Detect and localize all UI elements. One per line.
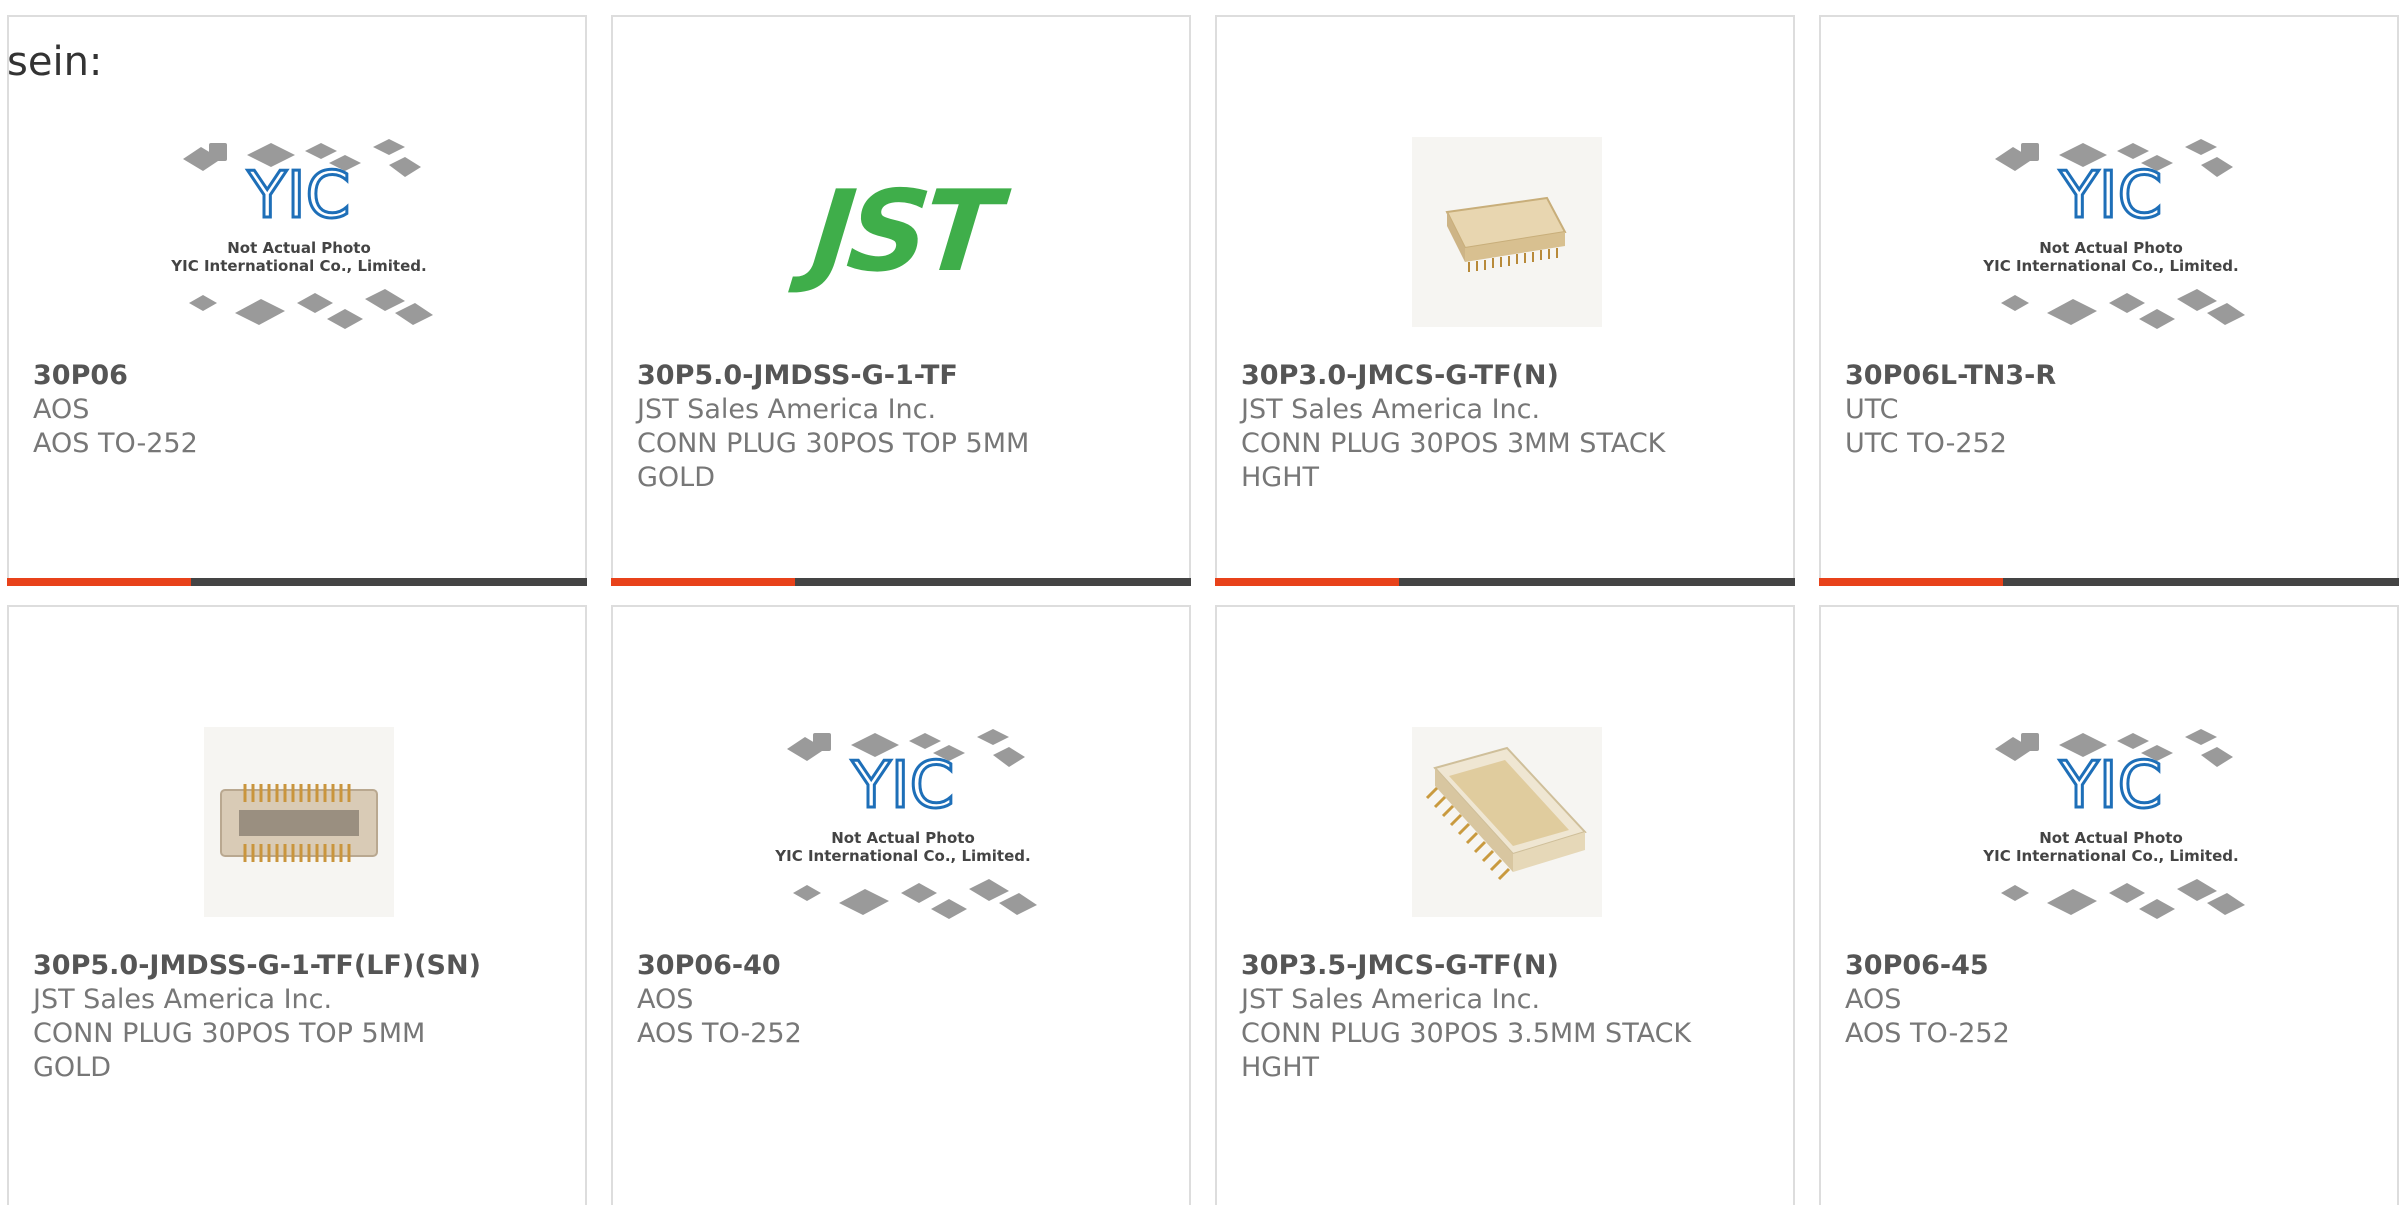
caption-line2: YIC International Co., Limited. <box>1982 847 2238 865</box>
product-card[interactable]: YIC Not Actual Photo YIC International C… <box>611 605 1191 1205</box>
part-number[interactable]: 30P06-45 <box>1845 949 2365 983</box>
yic-placeholder-icon: YIC Not Actual Photo YIC International C… <box>1982 729 2245 919</box>
description: CONN PLUG 30POS 3MM STACK HGHT <box>1241 428 1666 493</box>
card-accent-bar <box>7 578 191 586</box>
connector-photo-icon <box>1412 137 1602 327</box>
product-card[interactable]: 30P3.0-JMCS-G-TF(N) JST Sales America In… <box>1215 15 1795 586</box>
part-number[interactable]: 30P5.0-JMDSS-G-1-TF(LF)(SN) <box>33 949 553 983</box>
product-image[interactable]: YIC Not Actual Photo YIC International C… <box>1916 97 2306 367</box>
caption-line1: Not Actual Photo <box>831 829 975 847</box>
product-image[interactable]: JST <box>708 97 1098 367</box>
part-number[interactable]: 30P3.5-JMCS-G-TF(N) <box>1241 949 1761 983</box>
product-image[interactable] <box>1312 97 1702 367</box>
card-bottom-bar <box>1819 578 2399 586</box>
part-number[interactable]: 30P06 <box>33 359 553 393</box>
yic-placeholder-icon: YIC Not Actual Photo YIC International C… <box>170 139 433 329</box>
part-number[interactable]: 30P3.0-JMCS-G-TF(N) <box>1241 359 1761 393</box>
product-image[interactable]: YIC Not Actual Photo YIC International C… <box>1916 687 2306 957</box>
caption-line2: YIC International Co., Limited. <box>774 847 1030 865</box>
caption-line2: YIC International Co., Limited. <box>1982 257 2238 275</box>
manufacturer: AOS <box>33 394 90 425</box>
yic-logo-text: YIC <box>2059 749 2163 823</box>
manufacturer: JST Sales America Inc. <box>637 394 937 425</box>
part-number[interactable]: 30P5.0-JMDSS-G-1-TF <box>637 359 1157 393</box>
product-card[interactable]: JST 30P5.0-JMDSS-G-1-TF JST Sales Americ… <box>611 15 1191 586</box>
manufacturer: JST Sales America Inc. <box>33 984 333 1015</box>
part-number[interactable]: 30P06-40 <box>637 949 1157 983</box>
product-image[interactable]: YIC Not Actual Photo YIC International C… <box>104 97 494 367</box>
product-image[interactable] <box>104 687 494 957</box>
jst-logo-icon: JST <box>805 167 1001 297</box>
prefix-text: sein: <box>7 39 103 85</box>
card-bottom-bar <box>611 578 1191 586</box>
description: CONN PLUG 30POS 3.5MM STACK HGHT <box>1241 1018 1692 1083</box>
manufacturer: JST Sales America Inc. <box>1241 984 1541 1015</box>
description: UTC TO-252 <box>1845 428 2007 459</box>
part-number[interactable]: 30P06L-TN3-R <box>1845 359 2365 393</box>
card-accent-bar <box>1215 578 1399 586</box>
yic-placeholder-icon: YIC Not Actual Photo YIC International C… <box>774 729 1037 919</box>
caption-line1: Not Actual Photo <box>2039 829 2183 847</box>
caption-line1: Not Actual Photo <box>2039 239 2183 257</box>
connector-photo-icon <box>1412 727 1602 917</box>
manufacturer: AOS <box>637 984 694 1015</box>
caption-line2: YIC International Co., Limited. <box>170 257 426 275</box>
product-image[interactable] <box>1312 687 1702 957</box>
yic-logo-text: YIC <box>247 159 351 233</box>
description: AOS TO-252 <box>1845 1018 2010 1049</box>
card-bottom-bar <box>7 578 587 586</box>
manufacturer: JST Sales America Inc. <box>1241 394 1541 425</box>
yic-placeholder-icon: YIC Not Actual Photo YIC International C… <box>1982 139 2245 329</box>
card-accent-bar <box>1819 578 2003 586</box>
manufacturer: UTC <box>1845 394 1899 425</box>
connector-photo-icon <box>204 727 394 917</box>
description: AOS TO-252 <box>637 1018 802 1049</box>
product-grid: YIC Not Actual Photo YIC International C… <box>0 0 2400 1205</box>
yic-logo-text: YIC <box>851 749 955 823</box>
product-card[interactable]: YIC Not Actual Photo YIC International C… <box>1819 15 2399 586</box>
description: CONN PLUG 30POS TOP 5MM GOLD <box>33 1018 426 1083</box>
product-card[interactable]: YIC Not Actual Photo YIC International C… <box>1819 605 2399 1205</box>
card-accent-bar <box>611 578 795 586</box>
product-card[interactable]: 30P5.0-JMDSS-G-1-TF(LF)(SN) JST Sales Am… <box>7 605 587 1205</box>
product-card[interactable]: 30P3.5-JMCS-G-TF(N) JST Sales America In… <box>1215 605 1795 1205</box>
manufacturer: AOS <box>1845 984 1902 1015</box>
card-bottom-bar <box>1215 578 1795 586</box>
product-card[interactable]: YIC Not Actual Photo YIC International C… <box>7 15 587 586</box>
caption-line1: Not Actual Photo <box>227 239 371 257</box>
description: AOS TO-252 <box>33 428 198 459</box>
yic-logo-text: YIC <box>2059 159 2163 233</box>
description: CONN PLUG 30POS TOP 5MM GOLD <box>637 428 1030 493</box>
product-image[interactable]: YIC Not Actual Photo YIC International C… <box>708 687 1098 957</box>
